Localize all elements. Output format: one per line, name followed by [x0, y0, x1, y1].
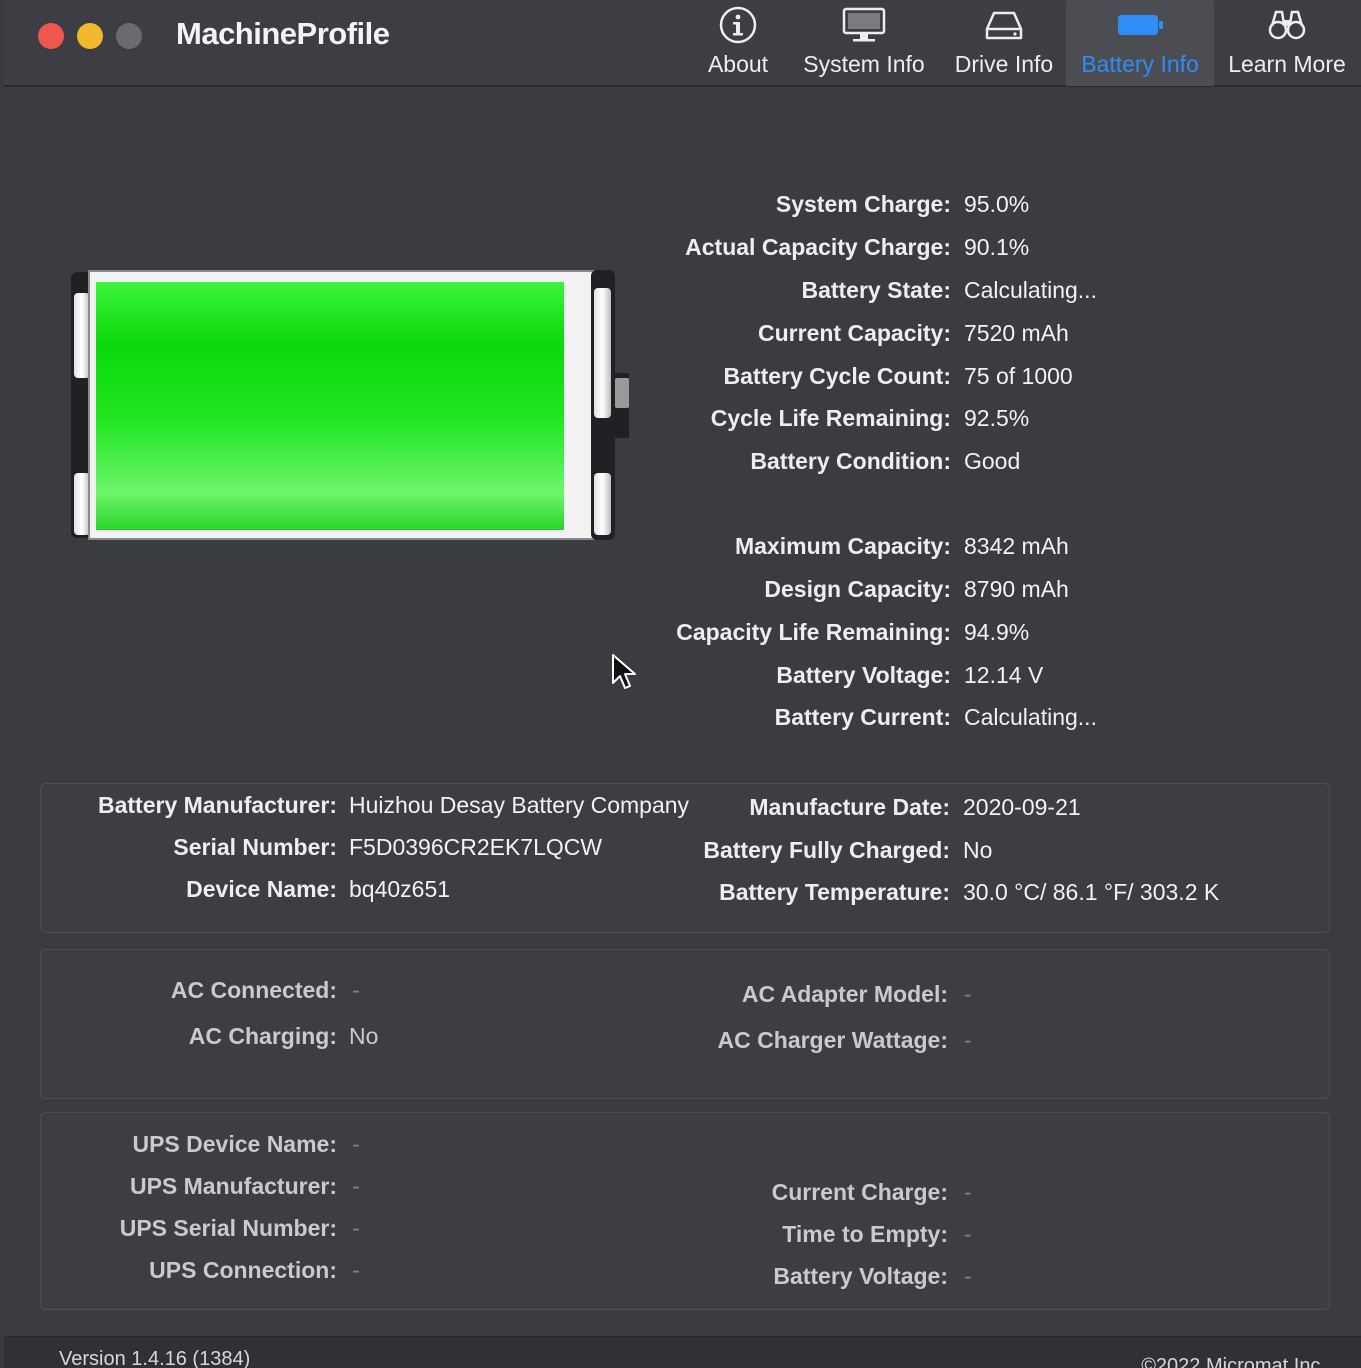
toolbar-drive-info-label: Drive Info: [954, 51, 1054, 77]
zoom-window-button[interactable]: [116, 23, 142, 49]
maximum-capacity-label: Maximum Capacity:: [734, 533, 951, 559]
battery-icon: [1118, 15, 1163, 35]
system-charge-label: System Charge:: [775, 191, 951, 217]
battery-current-label: Battery Current:: [774, 704, 951, 730]
battery-level-graphic: [71, 270, 629, 540]
ups-device-name-label: UPS Device Name:: [132, 1131, 337, 1157]
battery-current-value: Calculating...: [964, 704, 1097, 730]
version-text: Version 1.4.16 (1384): [59, 1348, 251, 1368]
minimize-window-button[interactable]: [77, 23, 103, 49]
info-icon: [719, 6, 757, 44]
battery-fully-charged-label: Battery Fully Charged:: [703, 837, 950, 863]
titlebar: MachineProfile About System Info Drive I…: [4, 0, 1361, 87]
ups-current-charge-label: Current Charge:: [771, 1179, 948, 1205]
battery-cycle-count-value: 75 of 1000: [964, 363, 1073, 389]
device-name-value: bq40z651: [349, 876, 451, 902]
ups-time-to-empty-value: -: [964, 1221, 972, 1247]
ups-serial-number-label: UPS Serial Number:: [119, 1215, 337, 1241]
ac-adapter-model-label: AC Adapter Model:: [741, 981, 948, 1007]
toolbar-about-label: About: [707, 51, 769, 77]
ups-serial-number-value: -: [352, 1215, 360, 1241]
battery-temperature-value: 30.0 °C/ 86.1 °F/ 303.2 K: [963, 879, 1220, 905]
toolbar-learn-more-label: Learn More: [1228, 51, 1346, 77]
system-charge-value: 95.0%: [964, 191, 1030, 217]
battery-fill-bar: [96, 282, 564, 530]
toolbar-system-info-button[interactable]: System Info: [799, 0, 929, 86]
ups-device-name-value: -: [352, 1131, 360, 1157]
ac-charging-label: AC Charging:: [188, 1023, 337, 1049]
battery-voltage-label: Battery Voltage:: [776, 662, 951, 688]
device-name-label: Device Name:: [186, 876, 337, 902]
current-capacity-value: 7520 mAh: [964, 320, 1069, 346]
drive-icon: [985, 11, 1023, 40]
manufacture-date-label: Manufacture Date:: [749, 794, 950, 820]
design-capacity-label: Design Capacity:: [764, 576, 951, 602]
ups-connection-value: -: [352, 1257, 360, 1283]
capacity-life-remaining-value: 94.9%: [964, 619, 1030, 645]
binoculars-icon: [1268, 10, 1306, 40]
battery-temperature-label: Battery Temperature:: [719, 879, 950, 905]
toolbar-learn-more-button[interactable]: Learn More: [1222, 0, 1352, 86]
mouse-pointer-icon: [612, 654, 636, 689]
toolbar-battery-info-button[interactable]: Battery Info: [1066, 0, 1214, 86]
design-capacity-value: 8790 mAh: [964, 576, 1069, 602]
manufacture-date-value: 2020-09-21: [963, 794, 1081, 820]
battery-fully-charged-value: No: [963, 837, 993, 863]
battery-manufacturer-label: Battery Manufacturer:: [98, 792, 337, 818]
status-footer: Version 1.4.16 (1384) ©2022 Micromat Inc…: [4, 1336, 1361, 1368]
maximum-capacity-value: 8342 mAh: [964, 533, 1069, 559]
ac-connected-label: AC Connected:: [170, 977, 337, 1003]
app-title: MachineProfile: [176, 16, 390, 51]
serial-number-value: F5D0396CR2EK7LQCW: [349, 834, 603, 860]
battery-cycle-count-label: Battery Cycle Count:: [723, 363, 951, 389]
actual-capacity-charge-label: Actual Capacity Charge:: [685, 234, 951, 260]
ac-charger-wattage-value: -: [964, 1027, 972, 1053]
battery-state-value: Calculating...: [964, 277, 1097, 303]
toolbar-battery-info-label: Battery Info: [1081, 51, 1199, 77]
monitor-icon: [842, 7, 886, 42]
cycle-life-remaining-value: 92.5%: [964, 405, 1030, 431]
ups-manufacturer-label: UPS Manufacturer:: [129, 1173, 337, 1199]
current-capacity-label: Current Capacity:: [758, 320, 951, 346]
ac-connected-value: -: [352, 977, 360, 1003]
battery-voltage-value: 12.14 V: [964, 662, 1044, 688]
ups-connection-label: UPS Connection:: [149, 1257, 337, 1283]
cycle-life-remaining-label: Cycle Life Remaining:: [710, 405, 951, 431]
ac-charging-value: No: [349, 1023, 379, 1049]
battery-state-label: Battery State:: [801, 277, 951, 303]
ups-time-to-empty-label: Time to Empty:: [782, 1221, 948, 1247]
toolbar-system-info-label: System Info: [803, 51, 925, 77]
toolbar-about-button[interactable]: About: [694, 0, 782, 86]
ac-adapter-model-value: -: [964, 981, 972, 1007]
ups-manufacturer-value: -: [352, 1173, 360, 1199]
ups-current-charge-value: -: [964, 1179, 972, 1205]
serial-number-label: Serial Number:: [173, 834, 337, 860]
capacity-life-remaining-label: Capacity Life Remaining:: [676, 619, 951, 645]
battery-condition-value: Good: [964, 448, 1021, 474]
ups-battery-voltage-value: -: [964, 1263, 972, 1289]
app-window: MachineProfile About System Info Drive I…: [4, 0, 1361, 1368]
battery-manufacturer-value: Huizhou Desay Battery Company: [349, 792, 690, 818]
ac-charger-wattage-label: AC Charger Wattage:: [717, 1027, 948, 1053]
actual-capacity-charge-value: 90.1%: [964, 234, 1030, 260]
copyright-text: ©2022 Micromat Inc.: [1141, 1355, 1326, 1368]
ups-battery-voltage-label: Battery Voltage:: [773, 1263, 948, 1289]
close-window-button[interactable]: [38, 23, 64, 49]
battery-condition-label: Battery Condition:: [750, 448, 951, 474]
toolbar-drive-info-button[interactable]: Drive Info: [944, 0, 1064, 86]
